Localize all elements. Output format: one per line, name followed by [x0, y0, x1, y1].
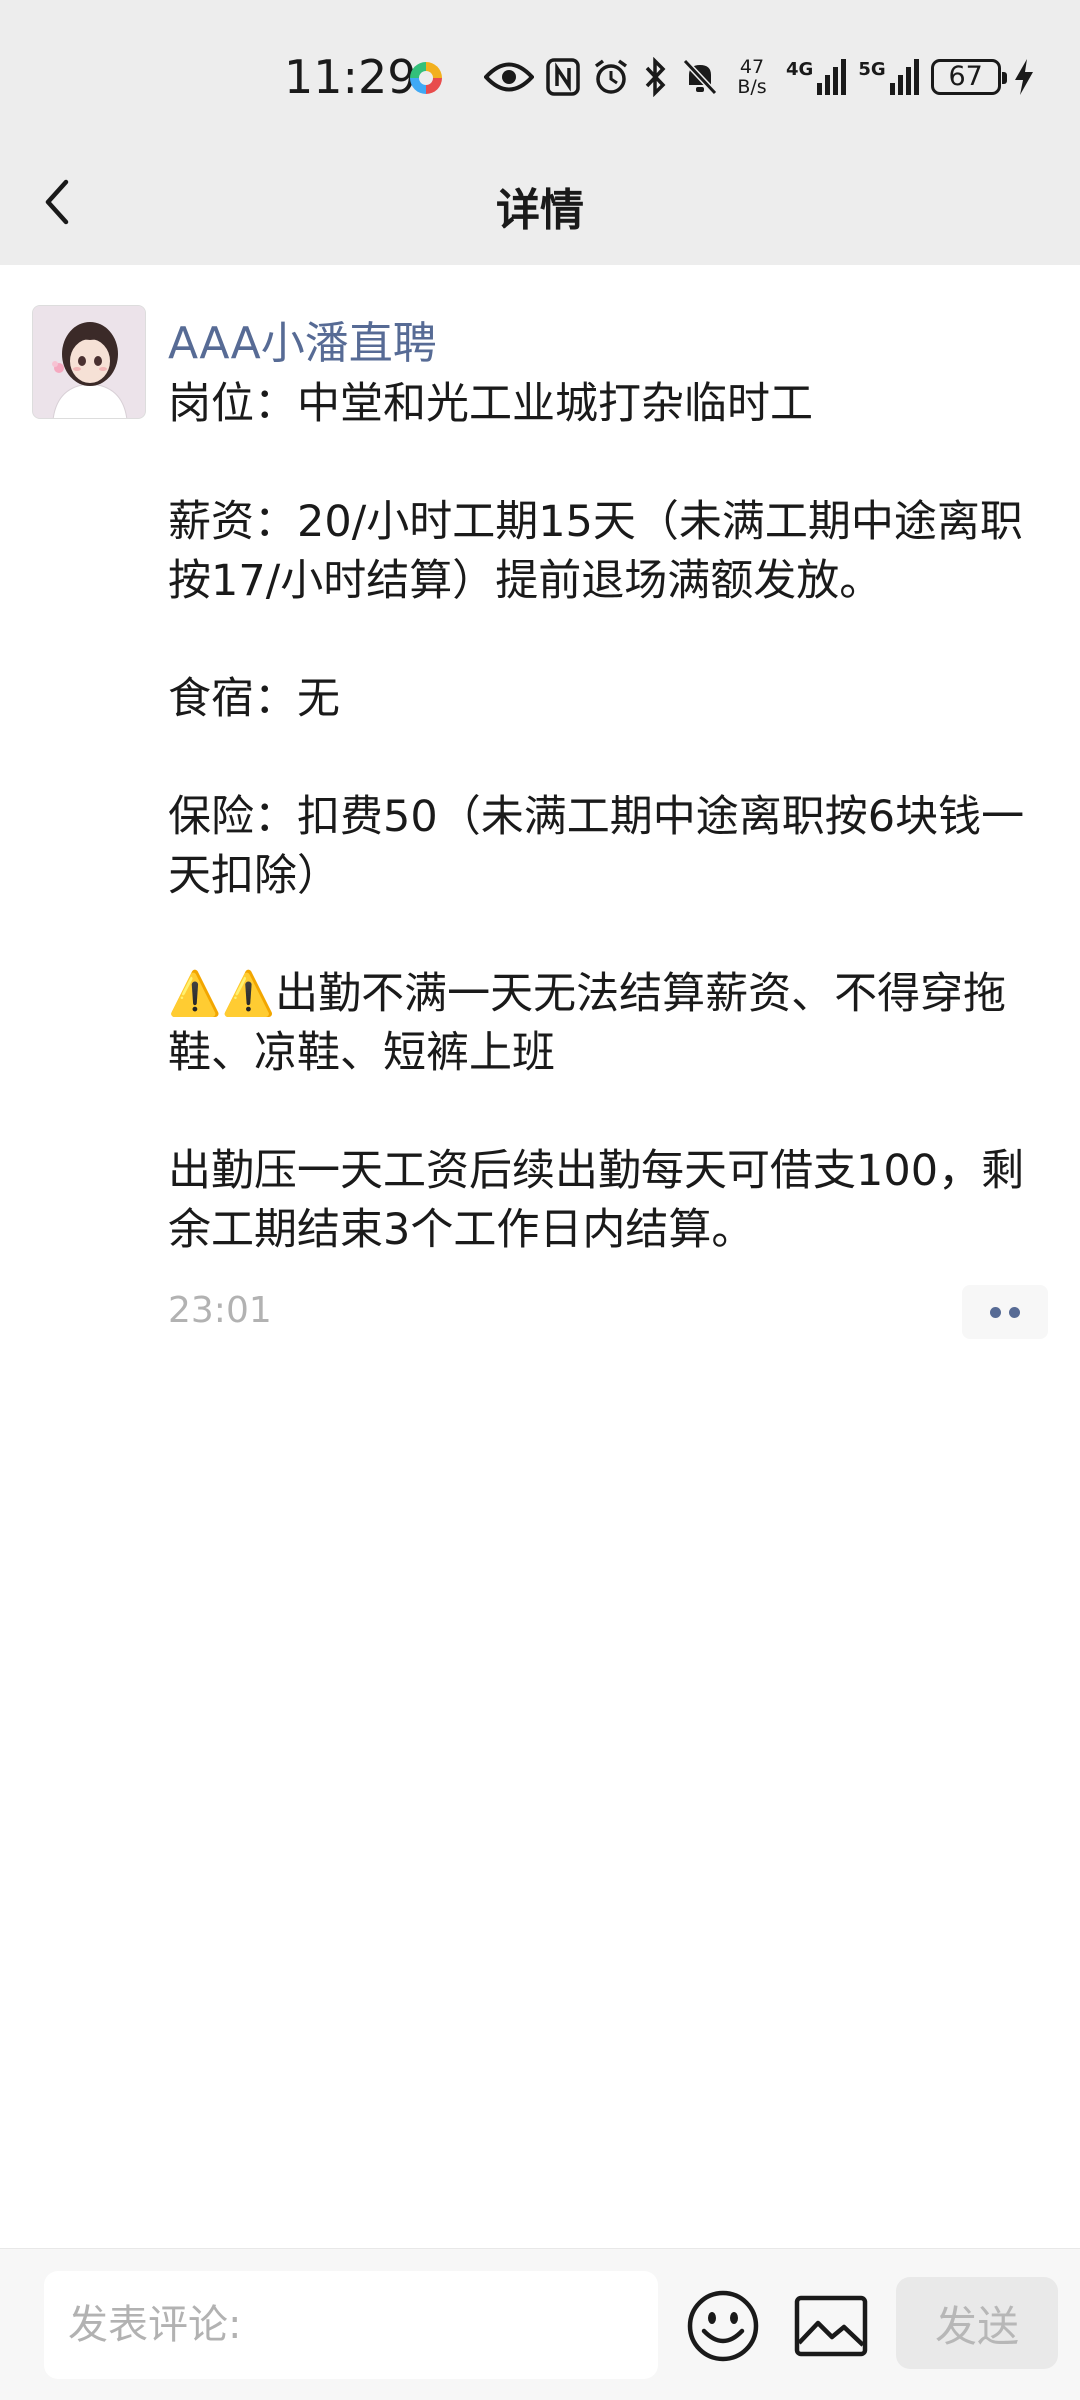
signal-4g-icon: 4G: [786, 59, 847, 95]
comment-input[interactable]: [44, 2271, 658, 2379]
mute-icon: [682, 58, 718, 96]
status-icons: 47 B/s 4G 5G 67: [484, 52, 1035, 102]
battery-level: 67: [948, 61, 983, 92]
emoji-icon[interactable]: [686, 2289, 760, 2363]
battery-icon: 67: [930, 59, 1007, 95]
image-icon[interactable]: [794, 2293, 868, 2359]
comment-bar: 发送: [0, 2248, 1080, 2400]
sim2-label: 5G: [858, 59, 886, 80]
nfc-icon: [546, 58, 580, 96]
signal-5g-icon: 5G: [858, 59, 919, 95]
charging-icon: [1014, 59, 1033, 95]
sim1-label: 4G: [786, 59, 814, 80]
more-options-button[interactable]: [962, 1285, 1048, 1339]
net-speed-unit: B/s: [737, 76, 767, 98]
bluetooth-icon: [645, 57, 666, 97]
author-name[interactable]: AAA小潘直聘: [168, 307, 437, 371]
avatar[interactable]: [32, 305, 146, 419]
status-time: 11:29: [284, 50, 417, 104]
nav-bar: 详情: [0, 150, 1080, 265]
net-speed-value: 47: [739, 56, 765, 78]
avatar-illustration: [33, 306, 145, 418]
status-bar: 11:29 47 B/s 4G 5G 67: [0, 0, 1080, 150]
page-title: 详情: [496, 185, 584, 236]
alarm-icon: [594, 59, 628, 94]
post-timestamp: 23:01: [168, 1290, 272, 1331]
net-speed: 47 B/s: [730, 57, 774, 97]
send-button[interactable]: 发送: [896, 2277, 1058, 2369]
post-content: 岗位：中堂和光工业城打杂临时工 薪资：20/小时工期15天（未满工期中途离职按1…: [168, 379, 1025, 1255]
colorful-app-icon: [410, 62, 442, 94]
eye-icon: [484, 62, 534, 92]
